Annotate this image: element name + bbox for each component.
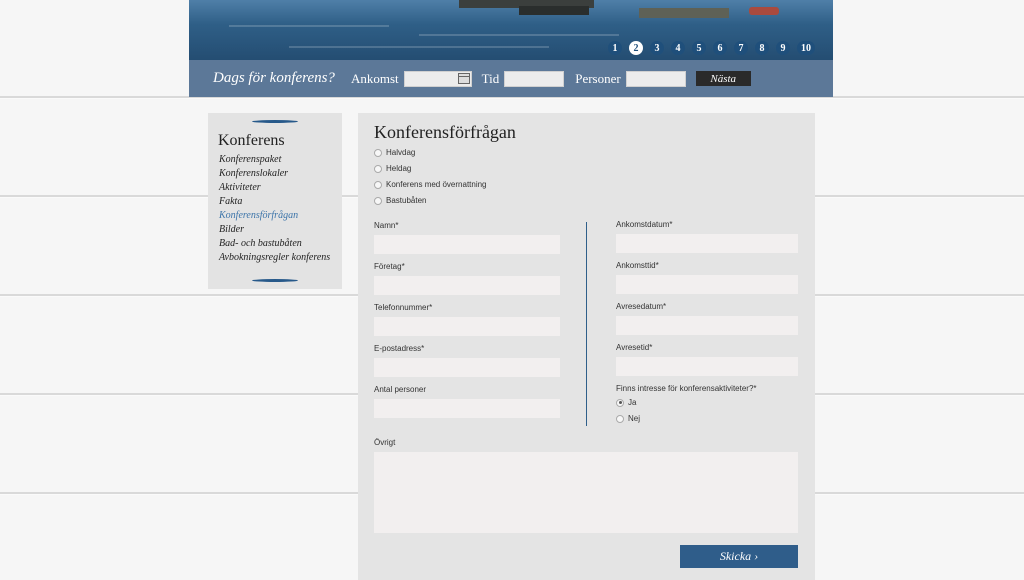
text-input[interactable] (616, 357, 798, 376)
sidebar-link[interactable]: Avbokningsregler konferens (219, 251, 330, 265)
persons-label: Personer (575, 70, 621, 86)
slide-2-button[interactable]: 2 (629, 41, 643, 55)
radio-button[interactable] (616, 414, 624, 423)
package-option[interactable]: Konferens med övernattning (374, 180, 487, 189)
radio-button[interactable] (374, 164, 382, 173)
field-label: Företag* (374, 262, 405, 271)
hero-image: 1 2 3 4 5 6 7 8 9 10 (189, 0, 833, 60)
sidebar-link[interactable]: Konferenspaket (219, 153, 330, 167)
dock-shape (519, 6, 589, 15)
slide-8-button[interactable]: 8 (755, 41, 769, 55)
field-label: Telefonnummer* (374, 303, 433, 312)
field-label: Avresedatum* (616, 302, 667, 311)
time-input[interactable] (504, 70, 565, 87)
field-label: Avresetid* (616, 343, 653, 352)
sidebar-link[interactable]: Bad- och bastubåten (219, 237, 330, 251)
radio-button[interactable] (374, 196, 382, 205)
decorative-swoosh (252, 120, 298, 123)
sidebar-title: Konferens (218, 132, 285, 149)
time-label: Tid (481, 70, 500, 86)
other-textarea[interactable] (374, 452, 798, 533)
booking-slogan: Dags för konferens? (213, 70, 335, 86)
arrival-label: Ankomst (350, 70, 399, 86)
text-input[interactable] (374, 317, 560, 336)
next-button[interactable]: Nästa (695, 71, 751, 86)
water-ripple (419, 34, 619, 36)
radio-label: Halvdag (386, 148, 416, 157)
text-input[interactable] (374, 235, 560, 254)
sidebar-link[interactable]: Bilder (219, 223, 330, 237)
radio-label: Nej (628, 414, 641, 423)
slide-1-button[interactable]: 1 (608, 41, 622, 55)
slide-6-button[interactable]: 6 (713, 41, 727, 55)
field-label: Ankomsttid* (616, 261, 659, 270)
other-label: Övrigt (374, 438, 396, 447)
field-label: Namn* (374, 221, 399, 230)
radio-label: Heldag (386, 164, 412, 173)
inquiry-form-panel: Konferensförfrågan Halvdag Heldag Konferen… (358, 113, 815, 580)
text-input[interactable] (616, 234, 798, 253)
slide-7-button[interactable]: 7 (734, 41, 748, 55)
boat-shape (749, 7, 779, 15)
field-label: E-postadress* (374, 344, 425, 353)
slide-9-button[interactable]: 9 (776, 41, 790, 55)
sidebar-link[interactable]: Aktiviteter (219, 181, 330, 195)
slide-3-button[interactable]: 3 (650, 41, 664, 55)
radio-button[interactable] (616, 398, 624, 407)
package-option[interactable]: Halvdag (374, 148, 415, 157)
decorative-swoosh (252, 279, 298, 282)
sidebar-link[interactable]: Konferensförfrågan (219, 209, 330, 223)
radio-label: Ja (628, 398, 637, 407)
dock-shape (639, 8, 729, 18)
calendar-icon[interactable] (457, 73, 470, 84)
text-input[interactable] (616, 316, 798, 335)
text-input[interactable] (374, 358, 560, 377)
sidebar-link[interactable]: Konferenslokaler (219, 167, 330, 181)
field-label: Antal personer (374, 385, 427, 394)
slide-4-button[interactable]: 4 (671, 41, 685, 55)
field-label: Ankomstdatum* (616, 220, 673, 229)
package-option[interactable]: Bastubåten (374, 196, 426, 205)
activities-question: Finns intresse för konferensaktiviteter?… (616, 384, 757, 393)
sidebar-link[interactable]: Fakta (219, 195, 330, 209)
text-input[interactable] (374, 276, 560, 295)
page-title: Konferensförfrågan (374, 122, 516, 142)
sidebar-menu: Konferenspaket Konferenslokaler Aktivitete… (219, 153, 330, 265)
column-divider (586, 222, 587, 426)
booking-bar: Dags för konferens? Ankomst Tid Personer… (189, 60, 833, 97)
radio-label: Konferens med övernattning (386, 180, 487, 189)
slide-5-button[interactable]: 5 (692, 41, 706, 55)
activities-option[interactable]: Ja (616, 398, 636, 407)
text-input[interactable] (616, 275, 798, 294)
slide-pager: 1 2 3 4 5 6 7 8 9 10 (608, 41, 815, 55)
package-option[interactable]: Heldag (374, 164, 411, 173)
sidebar: Konferens Konferenspaket Konferenslokaler… (208, 113, 342, 289)
water-ripple (229, 25, 389, 27)
water-ripple (289, 46, 549, 48)
submit-button[interactable]: Skicka › (680, 545, 798, 568)
text-input[interactable] (374, 399, 560, 418)
slide-10-button[interactable]: 10 (797, 41, 815, 55)
activities-option[interactable]: Nej (616, 414, 640, 423)
radio-button[interactable] (374, 148, 382, 157)
radio-button[interactable] (374, 180, 382, 189)
persons-input[interactable] (625, 70, 686, 87)
radio-label: Bastubåten (386, 196, 427, 205)
